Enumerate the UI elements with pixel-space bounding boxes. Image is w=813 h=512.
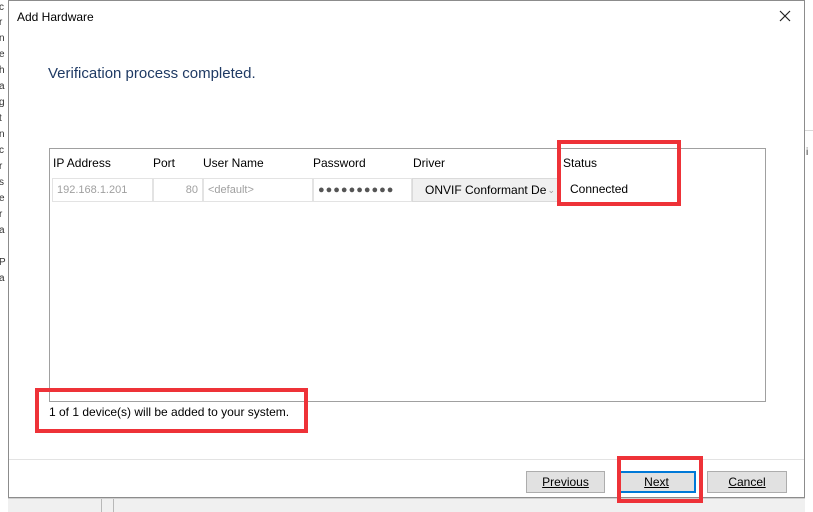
background-text-fragment: n [0, 33, 5, 44]
password-field[interactable]: ●●●●●●●●●● [313, 178, 412, 202]
column-header-password: Password [313, 156, 366, 170]
background-text-fragment: a [0, 81, 5, 92]
port-field[interactable]: 80 [153, 178, 203, 202]
background-text-fragment: a [0, 273, 5, 284]
background-app-bottom-strip [8, 498, 805, 512]
device-table: IP Address Port User Name Password Drive… [49, 148, 766, 402]
previous-button[interactable]: Previous [526, 471, 605, 493]
background-text-fragment: P [0, 257, 6, 268]
divider [101, 499, 102, 512]
dialog-title: Add Hardware [17, 10, 94, 24]
dialog-titlebar: Add Hardware [9, 1, 804, 33]
background-text-fragment: h [0, 65, 5, 76]
column-header-status: Status [563, 156, 598, 170]
background-text-fragment: s [0, 177, 4, 188]
ip-address-field[interactable]: 192.168.1.201 [52, 178, 153, 202]
chevron-down-icon: ⌄ [547, 185, 555, 195]
status-value: Connected [570, 182, 629, 196]
divider [113, 499, 114, 512]
background-text-fragment: c [0, 2, 4, 13]
background-text-fragment: r [0, 209, 2, 220]
column-header-driver: Driver [413, 156, 445, 170]
cancel-button[interactable]: Cancel [707, 471, 787, 493]
driver-select-value: ONVIF Conformant De [425, 183, 547, 197]
column-header-user-name: User Name [203, 156, 264, 170]
divider [9, 459, 804, 460]
background-text-fragment: t [0, 113, 2, 124]
background-text-fragment: r [0, 17, 2, 28]
background-text-fragment: r [0, 161, 2, 172]
next-button[interactable]: Next [617, 471, 696, 493]
background-text-fragment: g [0, 97, 5, 108]
close-icon [779, 10, 791, 22]
background-app-right-edge: i [804, 130, 813, 512]
background-text-fragment: n [0, 129, 5, 140]
background-text-fragment: i [806, 147, 809, 158]
add-hardware-dialog: Add Hardware Verification process comple… [8, 0, 805, 498]
column-header-port: Port [153, 156, 176, 170]
page-heading: Verification process completed. [48, 65, 256, 82]
close-button[interactable] [776, 7, 794, 25]
column-header-ip-address: IP Address [53, 156, 111, 170]
driver-select[interactable]: ONVIF Conformant De ⌄ [412, 178, 560, 202]
background-text-fragment: e [0, 49, 5, 60]
background-text-fragment: a [0, 225, 5, 236]
device-summary: 1 of 1 device(s) will be added to your s… [49, 405, 290, 419]
background-text-fragment: e [0, 193, 5, 204]
background-text-fragment: c [0, 145, 4, 156]
user-name-field[interactable]: <default> [203, 178, 313, 202]
